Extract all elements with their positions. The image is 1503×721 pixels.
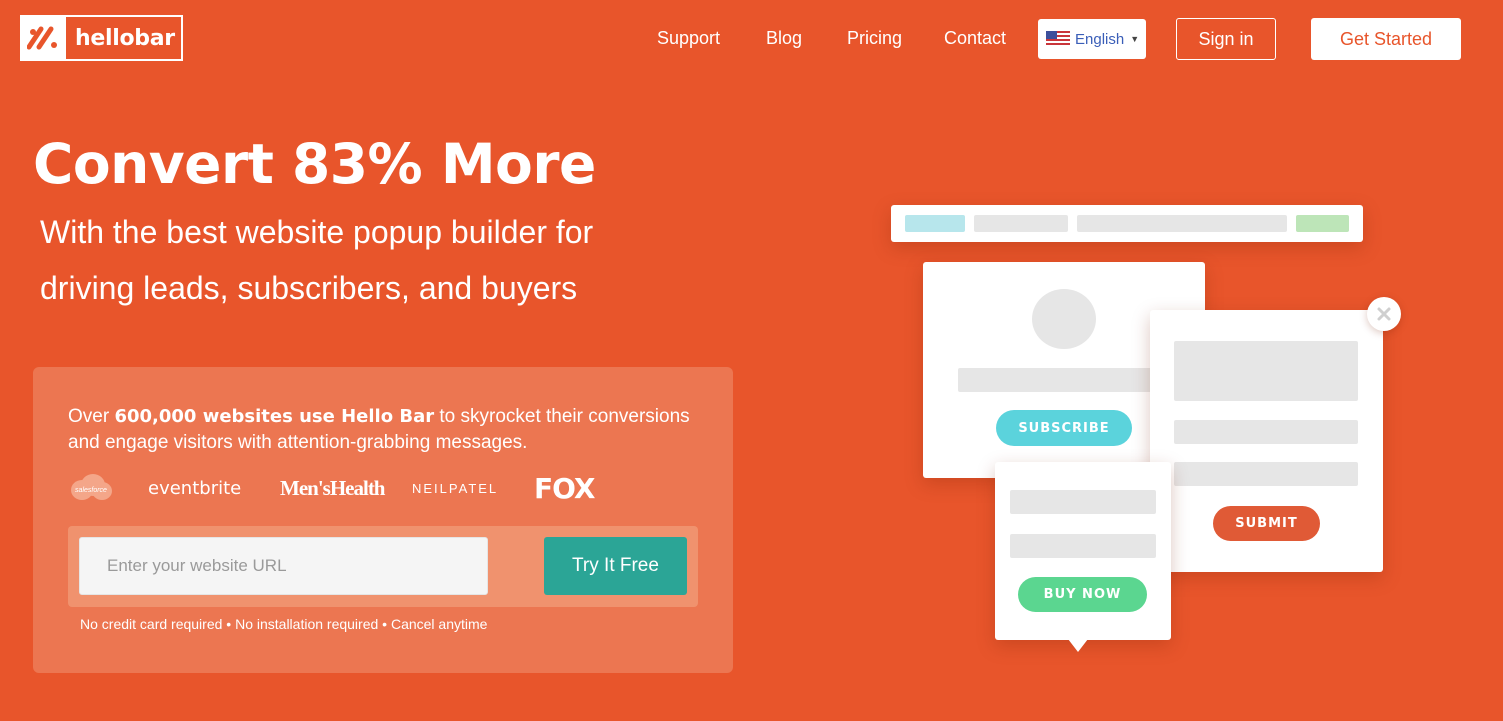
popup-pointer-icon — [1068, 639, 1088, 652]
hero-subline-1: With the best website popup builder for — [40, 214, 594, 250]
get-started-button[interactable]: Get Started — [1311, 18, 1461, 60]
signup-card: Over 600,000 websites use Hello Bar to s… — [33, 367, 733, 673]
card-highlight: 600,000 websites use Hello Bar — [114, 406, 435, 427]
fineprint: No credit card required • No installatio… — [80, 616, 488, 632]
illustration-subscribe-button: SUBSCRIBE — [996, 410, 1132, 446]
illustration-browser-bar — [891, 205, 1363, 242]
hero-subline-2: driving leads, subscribers, and buyers — [40, 270, 578, 306]
url-form: Try It Free — [68, 526, 698, 607]
hellobar-logo-icon — [22, 17, 66, 59]
neilpatel-logo: NEILPATEL — [412, 480, 499, 496]
page-headline: Convert 83% More — [33, 132, 596, 196]
language-selector[interactable]: English ▼ — [1038, 19, 1146, 59]
close-icon — [1367, 297, 1401, 331]
caret-down-icon: ▼ — [1130, 34, 1140, 44]
nav-support[interactable]: Support — [657, 28, 720, 49]
nav-blog[interactable]: Blog — [766, 28, 802, 49]
illustration-buy-now-button: BUY NOW — [1018, 577, 1147, 612]
menshealth-logo: Men'sHealth — [280, 475, 385, 500]
salesforce-logo: salesforce — [68, 471, 114, 505]
illustration-submit-button: SUBMIT — [1213, 506, 1320, 541]
illustration-buy-popup: BUY NOW — [995, 462, 1171, 640]
fox-logo: FOX — [534, 471, 596, 505]
website-url-input[interactable] — [79, 537, 488, 595]
sign-in-button[interactable]: Sign in — [1176, 18, 1276, 60]
try-it-free-button[interactable]: Try It Free — [544, 537, 687, 595]
avatar-placeholder-icon — [1032, 289, 1096, 349]
eventbrite-logo: eventbrite — [148, 477, 242, 499]
logo-text: hellobar — [75, 25, 175, 51]
card-description: Over 600,000 websites use Hello Bar to s… — [68, 406, 690, 453]
client-logos: salesforce eventbrite Men'sHealth NEILPA… — [68, 471, 708, 505]
us-flag-icon — [1046, 31, 1070, 47]
illustration-submit-popup: SUBMIT — [1150, 310, 1383, 572]
nav-contact[interactable]: Contact — [944, 28, 1006, 49]
language-label: English — [1075, 30, 1125, 48]
svg-text:salesforce: salesforce — [75, 487, 107, 494]
nav-pricing[interactable]: Pricing — [847, 28, 902, 49]
hellobar-logo[interactable]: hellobar — [20, 15, 183, 61]
